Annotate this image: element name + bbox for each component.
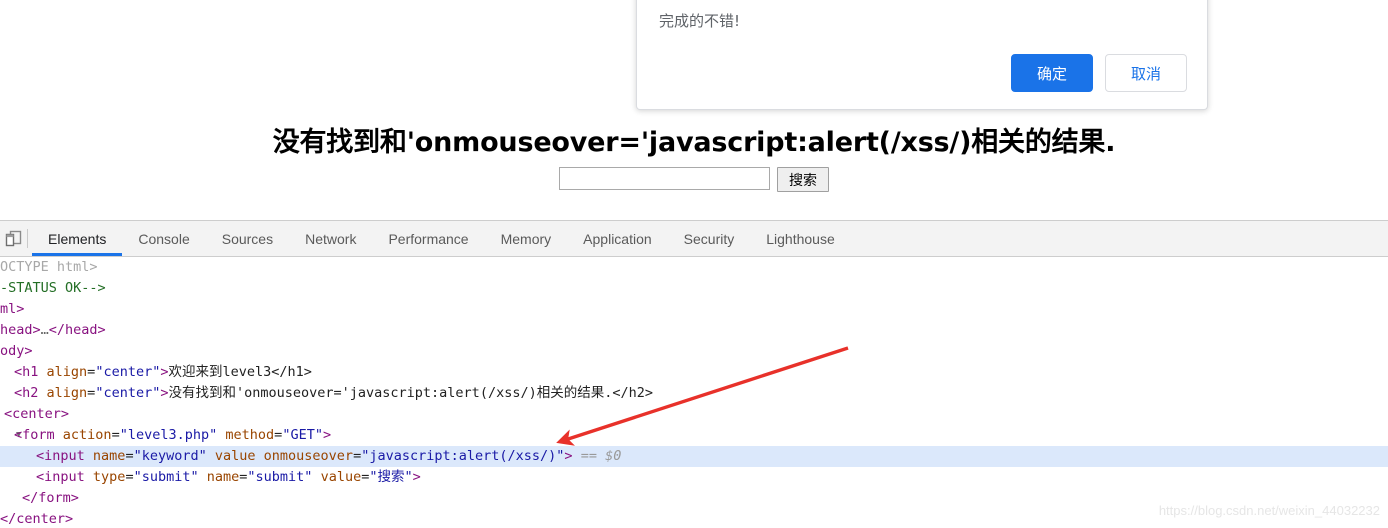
dom-code-line-form[interactable]: ▼ <form action="level3.php" method="GET"> xyxy=(0,425,1388,446)
dom-code-line-input-submit[interactable]: <input type="submit" name="submit" value… xyxy=(0,467,1388,488)
tab-security-label: Security xyxy=(683,230,735,247)
tab-elements[interactable]: Elements xyxy=(32,221,123,256)
devtools-tab-bar: Elements Console Sources Network Perform… xyxy=(32,221,851,256)
dom-code-line-html[interactable]: ml> xyxy=(0,299,1388,320)
screenshot-root: 没有找到和'onmouseover='javascript:alert(/xss… xyxy=(0,0,1388,528)
dom-tree-view[interactable]: OCTYPE html> -STATUS OK--> ml> head>…</head… xyxy=(0,257,1388,528)
tab-application-label: Application xyxy=(583,230,652,247)
dom-code-line-body[interactable]: ody> xyxy=(0,341,1388,362)
dom-code-line-text: <h1 align="center">欢迎来到level3</h1> xyxy=(14,364,312,380)
dom-code-line-h1[interactable]: <h1 align="center">欢迎来到level3</h1> xyxy=(0,362,1388,383)
devtools-toolbar: Elements Console Sources Network Perform… xyxy=(0,221,1388,257)
dom-code-line-text: <center> xyxy=(4,406,70,422)
search-form: 搜索 xyxy=(0,167,1388,192)
tab-lighthouse[interactable]: Lighthouse xyxy=(750,221,851,256)
dialog-button-group: 确定 取消 xyxy=(1011,54,1187,92)
tab-lighthouse-label: Lighthouse xyxy=(766,230,835,247)
dom-code-line-text: ml> xyxy=(0,301,25,317)
devtools-panel: Elements Console Sources Network Perform… xyxy=(0,220,1388,528)
dom-code-line-text: <input type="submit" name="submit" value… xyxy=(36,469,421,485)
dom-code-line-text: head>…</head> xyxy=(0,322,106,338)
dialog-message-text: 完成的不错! xyxy=(659,12,741,30)
tab-console[interactable]: Console xyxy=(122,221,205,256)
dom-code-line-text: ody> xyxy=(0,343,33,359)
dom-code-line-doctype[interactable]: OCTYPE html> xyxy=(0,257,1388,278)
device-toolbar-icon[interactable] xyxy=(0,221,27,256)
dom-code-line-text: -STATUS OK--> xyxy=(0,280,106,296)
tab-performance-label: Performance xyxy=(388,230,469,247)
tab-console-label: Console xyxy=(138,230,190,247)
tab-security[interactable]: Security xyxy=(668,221,751,256)
tab-network-label: Network xyxy=(305,230,357,247)
tab-memory-label: Memory xyxy=(500,230,552,247)
tab-sources[interactable]: Sources xyxy=(206,221,289,256)
dom-code-line-status[interactable]: -STATUS OK--> xyxy=(0,278,1388,299)
watermark-text: https://blog.csdn.net/weixin_44032232 xyxy=(1158,503,1380,518)
dom-code-line-h2[interactable]: <h2 align="center">没有找到和'onmouseover='ja… xyxy=(0,383,1388,404)
tab-sources-label: Sources xyxy=(221,230,274,247)
tab-network[interactable]: Network xyxy=(289,221,372,256)
dialog-confirm-button[interactable]: 确定 xyxy=(1011,54,1093,92)
tab-elements-label: Elements xyxy=(48,230,107,247)
tab-memory[interactable]: Memory xyxy=(485,221,568,256)
dom-code-line-text: OCTYPE html> xyxy=(0,259,98,275)
dom-code-line-center[interactable]: <center> xyxy=(0,404,1388,425)
dom-code-line-input-keyword[interactable]: <input name="keyword" value onmouseover=… xyxy=(0,446,1388,467)
search-submit-button[interactable]: 搜索 xyxy=(777,167,829,192)
search-input[interactable] xyxy=(559,167,770,190)
dom-code-line-text: <form action="level3.php" method="GET"> xyxy=(14,427,332,443)
toolbar-divider xyxy=(27,229,28,248)
dialog-cancel-button[interactable]: 取消 xyxy=(1105,54,1187,92)
page-heading: 没有找到和'onmouseover='javascript:alert(/xss… xyxy=(272,127,1116,159)
dom-code-line-text: <h2 align="center">没有找到和'onmouseover='ja… xyxy=(14,385,653,401)
tab-application[interactable]: Application xyxy=(567,221,668,256)
confirm-dialog: 完成的不错! 确定 取消 xyxy=(636,0,1208,110)
tab-performance[interactable]: Performance xyxy=(372,221,484,256)
dom-code-line-head[interactable]: head>…</head> xyxy=(0,320,1388,341)
dom-code-line-text: <input name="keyword" value onmouseover=… xyxy=(36,448,622,464)
